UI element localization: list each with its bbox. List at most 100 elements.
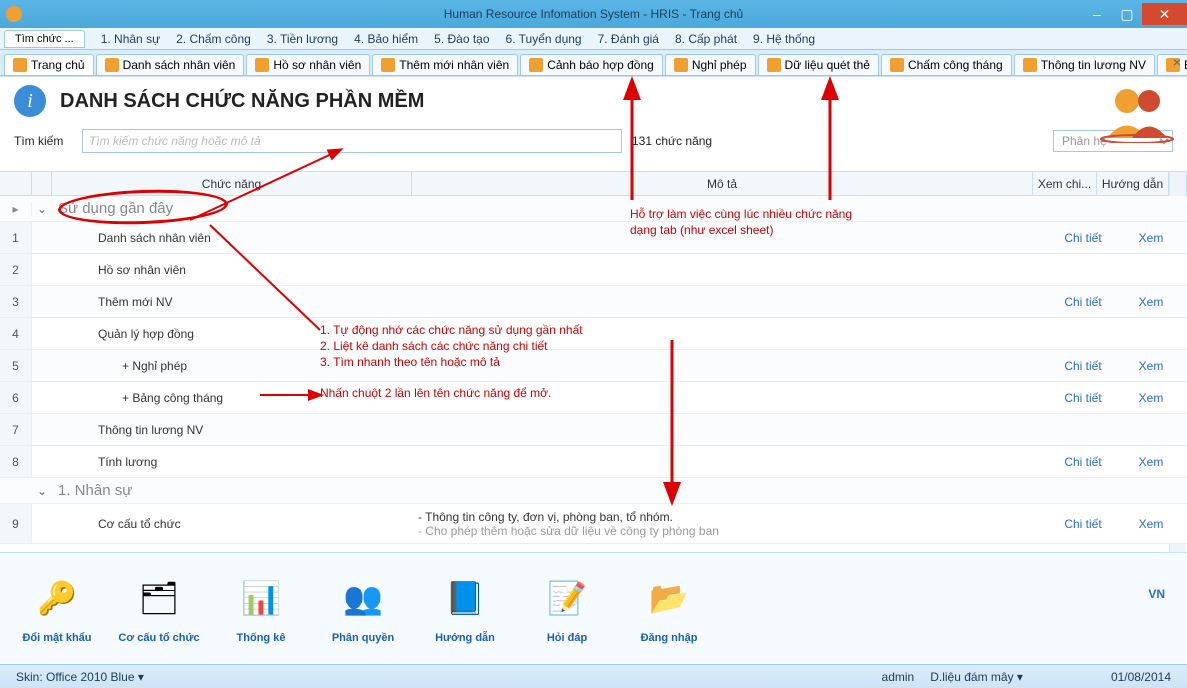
tool-permissions[interactable]: 👥 Phân quyền — [318, 574, 408, 644]
guide-link[interactable]: Xem — [1139, 455, 1164, 469]
detail-link[interactable]: Chi tiết — [1064, 391, 1101, 405]
menu-tien-luong[interactable]: 3. Tiền lương — [259, 30, 346, 48]
guide-link[interactable]: Xem — [1139, 231, 1164, 245]
menu-dao-tao[interactable]: 5. Đào tạo — [426, 30, 497, 48]
guide-link[interactable]: Xem — [1139, 517, 1164, 531]
main-menu-bar: Tìm chức ... 1. Nhân sự 2. Chấm công 3. … — [0, 28, 1187, 50]
maximize-button[interactable]: ▢ — [1112, 3, 1142, 25]
group-nhan-su[interactable]: ⌄ 1. Nhân sự — [0, 478, 1187, 504]
search-input[interactable] — [82, 129, 622, 153]
salary-icon — [1023, 58, 1037, 72]
tool-change-password[interactable]: 🔑 Đổi mật khẩu — [12, 574, 102, 644]
search-row: Tìm kiếm 131 chức năng Phân hệ — [0, 125, 1187, 163]
calendar-icon — [890, 58, 904, 72]
info-icon: i — [14, 85, 46, 117]
skin-selector[interactable]: Skin: Office 2010 Blue ▾ — [16, 670, 144, 684]
bottom-toolbar: 🔑 Đổi mật khẩu 🗂 Cơ cấu tổ chức 📊 Thống … — [0, 552, 1187, 664]
tab-ho-so-nv[interactable]: Hồ sơ nhân viên — [246, 54, 370, 75]
detail-link[interactable]: Chi tiết — [1064, 455, 1101, 469]
collapse-icon[interactable]: ⌄ — [32, 484, 52, 498]
tool-guide[interactable]: 📘 Hướng dẫn — [420, 574, 510, 644]
search-function-tab[interactable]: Tìm chức ... — [4, 30, 85, 48]
document-tabs: Trang chủ Danh sách nhân viên Hồ sơ nhân… — [0, 50, 1187, 76]
close-button[interactable]: ✕ — [1142, 3, 1187, 25]
tool-login[interactable]: 📂 Đăng nhập — [624, 574, 714, 644]
detail-link[interactable]: Chi tiết — [1064, 295, 1101, 309]
grid-header: Chức năng Mô tả Xem chi... Hướng dẫn — [0, 172, 1187, 196]
tab-du-lieu-quet-the[interactable]: Dữ liệu quét thẻ — [758, 54, 879, 75]
status-bar: Skin: Office 2010 Blue ▾ admin D.liệu đá… — [0, 664, 1187, 688]
users-icon: 👥 — [339, 574, 387, 622]
menu-tuyen-dung[interactable]: 6. Tuyển dụng — [498, 30, 590, 48]
tab-canh-bao-hd[interactable]: Cảnh báo hợp đồng — [520, 54, 663, 75]
table-row[interactable]: 4 Quản lý hợp đồng — [0, 318, 1187, 350]
notes-icon: 📝 — [543, 574, 591, 622]
org-icon: 🗂 — [135, 574, 183, 622]
tab-nghi-phep[interactable]: Nghỉ phép — [665, 54, 756, 75]
tab-cham-cong-thang[interactable]: Chấm công tháng — [881, 54, 1012, 75]
page-title: DANH SÁCH CHỨC NĂNG PHẦN MỀM — [60, 90, 424, 113]
status-cloud-sync[interactable]: D.liệu đám mây ▾ — [930, 670, 1023, 684]
profile-icon — [255, 58, 269, 72]
tab-close-icon[interactable]: × — [1173, 54, 1181, 70]
tab-them-moi-nv[interactable]: Thêm mới nhân viên — [372, 54, 518, 75]
status-date: 01/08/2014 — [1111, 670, 1171, 684]
tool-faq[interactable]: 📝 Hỏi đáp — [522, 574, 612, 644]
alert-icon — [529, 58, 543, 72]
chart-icon: 📊 — [237, 574, 285, 622]
menu-cham-cong[interactable]: 2. Chấm công — [168, 30, 259, 48]
leave-icon — [674, 58, 688, 72]
page-heading-row: i DANH SÁCH CHỨC NĂNG PHẦN MỀM — [0, 77, 1187, 125]
window-title: Human Resource Infomation System - HRIS … — [444, 7, 743, 21]
language-toggle[interactable]: VN — [1148, 559, 1175, 601]
key-icon: 🔑 — [33, 574, 81, 622]
table-row[interactable]: 8 Tính lương Chi tiết Xem — [0, 446, 1187, 478]
detail-link[interactable]: Chi tiết — [1064, 517, 1101, 531]
table-row[interactable]: 2 Hồ sơ nhân viên — [0, 254, 1187, 286]
menu-nhan-su[interactable]: 1. Nhân sự — [93, 30, 168, 48]
menu-he-thong[interactable]: 9. Hệ thống — [745, 30, 823, 48]
menu-danh-gia[interactable]: 7. Đánh giá — [590, 30, 667, 48]
header-guide[interactable]: Hướng dẫn — [1097, 172, 1169, 195]
header-rownum — [0, 172, 32, 195]
detail-link[interactable]: Chi tiết — [1064, 359, 1101, 373]
table-row[interactable]: 1 Danh sách nhân viên Chi tiết Xem — [0, 222, 1187, 254]
guide-link[interactable]: Xem — [1139, 295, 1164, 309]
table-row[interactable]: 9 Cơ cấu tổ chức - Thông tin công ty, đơ… — [0, 504, 1187, 544]
guide-link[interactable]: Xem — [1139, 359, 1164, 373]
title-bar: Human Resource Infomation System - HRIS … — [0, 0, 1187, 28]
tab-danh-sach-nv[interactable]: Danh sách nhân viên — [96, 54, 245, 75]
menu-bao-hiem[interactable]: 4. Bảo hiểm — [346, 30, 426, 48]
detail-link[interactable]: Chi tiết — [1064, 231, 1101, 245]
app-icon — [6, 6, 22, 22]
table-row[interactable]: 6 + Bảng công tháng Chi tiết Xem — [0, 382, 1187, 414]
group-recent[interactable]: ▸ ⌄ Sử dụng gần đây — [0, 196, 1187, 222]
login-icon: 📂 — [645, 574, 693, 622]
grid-body: ▸ ⌄ Sử dụng gần đây 1 Danh sách nhân viê… — [0, 196, 1187, 552]
status-user: admin — [882, 670, 915, 684]
table-row[interactable]: 3 Thêm mới NV Chi tiết Xem — [0, 286, 1187, 318]
tool-statistics[interactable]: 📊 Thống kê — [216, 574, 306, 644]
book-icon: 📘 — [441, 574, 489, 622]
tool-org-structure[interactable]: 🗂 Cơ cấu tổ chức — [114, 574, 204, 644]
function-count: 131 chức năng — [632, 134, 712, 148]
tab-trang-chu[interactable]: Trang chủ — [4, 54, 94, 75]
hr-logo-icon — [1097, 83, 1177, 143]
table-row[interactable]: 5 + Nghỉ phép Chi tiết Xem — [0, 350, 1187, 382]
window-controls: – ▢ ✕ — [1082, 3, 1187, 25]
header-expand — [32, 172, 52, 195]
header-detail[interactable]: Xem chi... — [1033, 172, 1097, 195]
table-row[interactable]: 7 Thông tin lương NV — [0, 414, 1187, 446]
collapse-icon[interactable]: ⌄ — [32, 202, 52, 216]
menu-cap-phat[interactable]: 8. Cấp phát — [667, 30, 745, 48]
add-icon — [381, 58, 395, 72]
minimize-button[interactable]: – — [1082, 3, 1112, 25]
home-icon — [13, 58, 27, 72]
guide-link[interactable]: Xem — [1139, 391, 1164, 405]
list-icon — [105, 58, 119, 72]
function-grid: Chức năng Mô tả Xem chi... Hướng dẫn ▸ ⌄… — [0, 171, 1187, 552]
search-label: Tìm kiếm — [14, 134, 82, 148]
header-function[interactable]: Chức năng — [52, 172, 412, 195]
tab-thong-tin-luong[interactable]: Thông tin lương NV — [1014, 54, 1155, 75]
header-description[interactable]: Mô tả — [412, 172, 1033, 195]
